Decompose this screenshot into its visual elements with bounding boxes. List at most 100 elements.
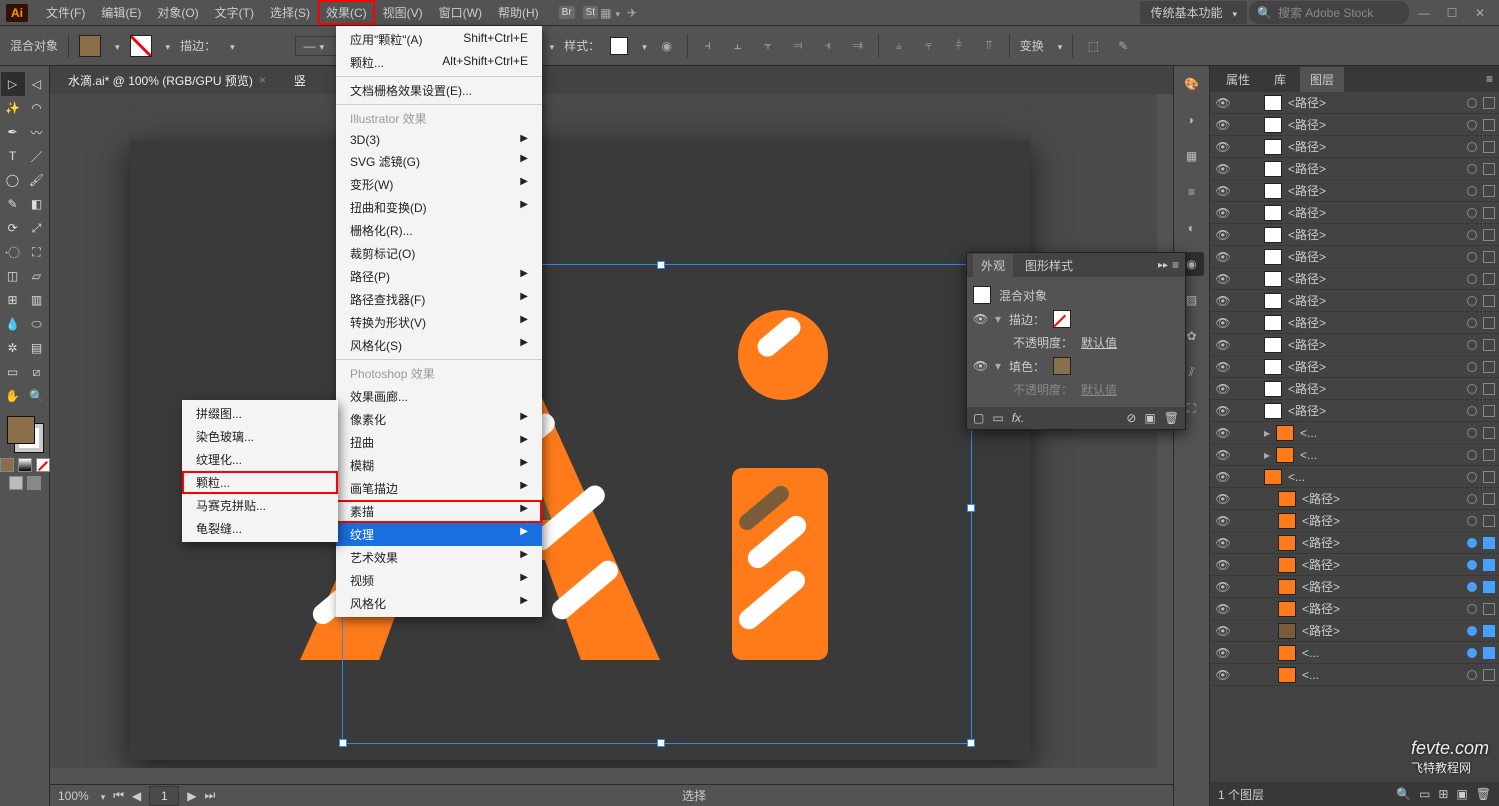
selection-indicator[interactable] bbox=[1483, 647, 1495, 659]
ellipse-tool[interactable]: ◯ bbox=[1, 168, 25, 192]
layer-row[interactable]: 👁<路径> bbox=[1210, 224, 1499, 246]
selection-indicator[interactable] bbox=[1483, 427, 1495, 439]
align-top-icon[interactable]: ⫤ bbox=[788, 36, 808, 56]
workspace-selector[interactable]: 传统基本功能 bbox=[1140, 1, 1247, 24]
visibility-icon[interactable]: 👁 bbox=[1214, 668, 1232, 682]
layer-row[interactable]: 👁<路径> bbox=[1210, 136, 1499, 158]
arrange-docs-icon[interactable]: ▦ bbox=[600, 3, 620, 23]
visibility-icon[interactable]: 👁 bbox=[1214, 558, 1232, 572]
visibility-icon[interactable]: 👁 bbox=[1214, 162, 1232, 176]
nav-first-icon[interactable]: ⏮ bbox=[113, 788, 124, 803]
close-button[interactable]: ✕ bbox=[1467, 3, 1493, 23]
layer-row[interactable]: 👁<... bbox=[1210, 466, 1499, 488]
target-icon[interactable] bbox=[1467, 604, 1477, 614]
layer-row[interactable]: 👁▸<... bbox=[1210, 422, 1499, 444]
stroke-weight-dropdown[interactable] bbox=[226, 39, 235, 53]
panel-menu-icon[interactable]: ≡ bbox=[1172, 258, 1179, 272]
layer-name[interactable]: <路径> bbox=[1288, 314, 1461, 331]
layer-name[interactable]: <路径> bbox=[1288, 160, 1461, 177]
layer-name[interactable]: <路径> bbox=[1302, 534, 1461, 551]
visibility-icon[interactable]: 👁 bbox=[973, 359, 987, 373]
target-icon[interactable] bbox=[1467, 648, 1477, 658]
target-icon[interactable] bbox=[1467, 560, 1477, 570]
pen-tool[interactable]: ✒ bbox=[1, 120, 25, 144]
layer-row[interactable]: 👁<... bbox=[1210, 642, 1499, 664]
doc-tab-1[interactable]: 水滴.ai* @ 100% (RGB/GPU 预览)× bbox=[60, 68, 274, 93]
color-mode[interactable] bbox=[0, 458, 14, 472]
target-icon[interactable] bbox=[1467, 582, 1477, 592]
visibility-icon[interactable]: 👁 bbox=[1214, 184, 1232, 198]
menu-item-SVG 滤镜(G)[interactable]: SVG 滤镜(G)▶ bbox=[336, 150, 542, 173]
visibility-icon[interactable]: 👁 bbox=[1214, 294, 1232, 308]
layer-row[interactable]: 👁 <路径> bbox=[1210, 598, 1499, 620]
clear-icon[interactable]: ⊘ bbox=[1126, 411, 1136, 425]
selection-indicator[interactable] bbox=[1483, 317, 1495, 329]
menu-视图(V)[interactable]: 视图(V) bbox=[375, 0, 431, 25]
visibility-icon[interactable]: 👁 bbox=[973, 312, 987, 326]
layer-row[interactable]: 👁<路径> bbox=[1210, 532, 1499, 554]
target-icon[interactable] bbox=[1467, 472, 1477, 482]
fill-stroke-control[interactable] bbox=[5, 414, 45, 454]
selection-indicator[interactable] bbox=[1483, 295, 1495, 307]
target-icon[interactable] bbox=[1467, 296, 1477, 306]
visibility-icon[interactable]: 👁 bbox=[1214, 514, 1232, 528]
tab-libraries[interactable]: 库 bbox=[1264, 67, 1296, 92]
menu-item-视频[interactable]: 视频▶ bbox=[336, 569, 542, 592]
selection-indicator[interactable] bbox=[1483, 229, 1495, 241]
recolor-icon[interactable]: ◉ bbox=[657, 36, 677, 56]
eyedropper-tool[interactable]: 💧 bbox=[1, 312, 25, 336]
selection-indicator[interactable] bbox=[1483, 383, 1495, 395]
layer-row[interactable]: 👁<路径> bbox=[1210, 246, 1499, 268]
layer-row[interactable]: 👁<路径> bbox=[1210, 312, 1499, 334]
layer-name[interactable]: <路径> bbox=[1302, 600, 1461, 617]
layer-name[interactable]: <路径> bbox=[1288, 292, 1461, 309]
zoom-tool[interactable]: 🔍 bbox=[25, 384, 49, 408]
align-right-icon[interactable]: ⫟ bbox=[758, 36, 778, 56]
style-swatch[interactable] bbox=[610, 37, 628, 55]
menu-item-素描[interactable]: 素描▶ bbox=[336, 500, 542, 523]
layer-row[interactable]: 👁<路径> bbox=[1210, 92, 1499, 114]
layer-name[interactable]: <路径> bbox=[1288, 204, 1461, 221]
handle[interactable] bbox=[967, 739, 975, 747]
layer-row[interactable]: 👁<路径> bbox=[1210, 202, 1499, 224]
selection-indicator[interactable] bbox=[1483, 97, 1495, 109]
align-vcenter-icon[interactable]: ⫣ bbox=[818, 36, 838, 56]
fill-swatch[interactable] bbox=[79, 35, 101, 57]
menu-item-变形(W)[interactable]: 变形(W)▶ bbox=[336, 173, 542, 196]
scrollbar-horizontal[interactable] bbox=[50, 768, 1173, 784]
target-icon[interactable] bbox=[1467, 406, 1477, 416]
stock-badge[interactable]: St bbox=[583, 6, 598, 19]
layer-name[interactable]: <路径> bbox=[1288, 402, 1461, 419]
tab-layers[interactable]: 图层 bbox=[1300, 67, 1344, 92]
menu-item-纹理[interactable]: 纹理▶ bbox=[336, 523, 542, 546]
align-hcenter-icon[interactable]: ⫠ bbox=[728, 36, 748, 56]
trash-icon[interactable]: 🗑 bbox=[1164, 411, 1179, 425]
scrollbar-vertical[interactable] bbox=[1157, 94, 1173, 768]
shaper-tool[interactable]: ✎ bbox=[1, 192, 25, 216]
menu-item-模糊[interactable]: 模糊▶ bbox=[336, 454, 542, 477]
visibility-icon[interactable]: 👁 bbox=[1214, 602, 1232, 616]
selection-indicator[interactable] bbox=[1483, 471, 1495, 483]
submenu-item-龟裂缝...[interactable]: 龟裂缝... bbox=[182, 517, 338, 540]
layer-name[interactable]: <路径> bbox=[1288, 138, 1461, 155]
target-icon[interactable] bbox=[1467, 516, 1477, 526]
target-icon[interactable] bbox=[1467, 318, 1477, 328]
artboard-number[interactable]: 1 bbox=[149, 786, 179, 806]
target-icon[interactable] bbox=[1467, 428, 1477, 438]
nav-last-icon[interactable]: ⏭ bbox=[205, 788, 216, 803]
target-icon[interactable] bbox=[1467, 230, 1477, 240]
none-mode[interactable] bbox=[36, 458, 50, 472]
handle[interactable] bbox=[657, 739, 665, 747]
expand-icon[interactable]: ▸ bbox=[1264, 448, 1270, 462]
layer-row[interactable]: 👁▸<... bbox=[1210, 444, 1499, 466]
layer-name[interactable]: <路径> bbox=[1288, 226, 1461, 243]
selection-indicator[interactable] bbox=[1483, 185, 1495, 197]
stroke-panel-icon[interactable]: ≡ bbox=[1180, 180, 1204, 204]
menu-item-应用"颗粒"(A)[interactable]: 应用"颗粒"(A)Shift+Ctrl+E bbox=[336, 28, 542, 51]
shape-builder-tool[interactable]: ◫ bbox=[1, 264, 25, 288]
selection-indicator[interactable] bbox=[1483, 273, 1495, 285]
menu-文件(F)[interactable]: 文件(F) bbox=[38, 0, 93, 25]
distribute-v-icon[interactable]: ⫧ bbox=[919, 36, 939, 56]
handle[interactable] bbox=[657, 261, 665, 269]
selection-indicator[interactable] bbox=[1483, 119, 1495, 131]
